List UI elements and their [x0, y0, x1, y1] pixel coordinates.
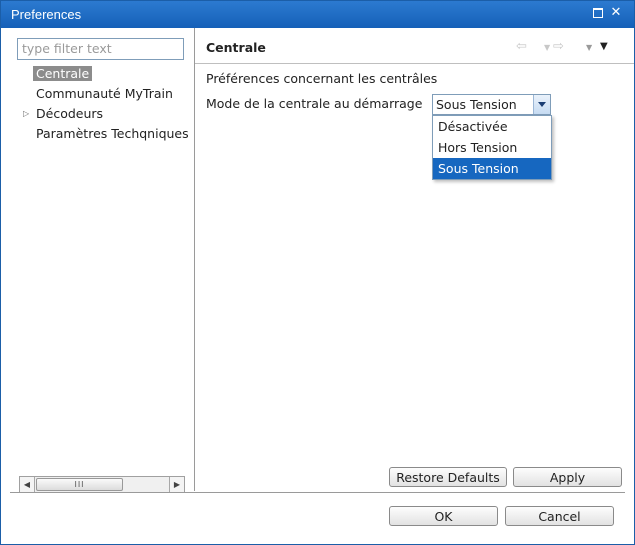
view-menu-icon[interactable]: ▼ — [600, 41, 608, 52]
page-description: Préférences concernant les centrâles — [206, 71, 438, 86]
maximize-icon[interactable] — [591, 6, 605, 20]
mode-option-desactivee[interactable]: Désactivée — [433, 116, 551, 137]
scroll-right-icon[interactable]: ▶ — [169, 477, 184, 492]
ok-button[interactable]: OK — [389, 506, 498, 526]
mode-option-sous-tension[interactable]: Sous Tension — [433, 158, 551, 179]
mode-dropdown-list: Désactivée Hors Tension Sous Tension — [432, 115, 552, 180]
scrollbar-thumb[interactable]: III — [36, 478, 123, 491]
close-icon[interactable]: ✕ — [609, 6, 623, 20]
tree-item-label: Paramètres Techqniques — [36, 126, 189, 141]
scroll-left-icon[interactable]: ◀ — [20, 477, 35, 492]
tree-item-label: Décodeurs — [36, 106, 104, 121]
cancel-button[interactable]: Cancel — [505, 506, 614, 526]
window-title: Preferences — [11, 7, 82, 22]
forward-menu-icon[interactable]: ▼ — [544, 43, 550, 52]
forward-arrow-icon[interactable]: ⇨ — [553, 39, 564, 54]
back-arrow-icon[interactable]: ⇦ — [516, 39, 527, 54]
tree-item-label: Centrale — [33, 66, 93, 81]
filter-field[interactable] — [17, 38, 184, 60]
mode-combo-value: Sous Tension — [436, 97, 517, 112]
expand-arrow-icon[interactable]: ▷ — [23, 105, 29, 123]
restore-defaults-button[interactable]: Restore Defaults — [389, 467, 507, 487]
tree-item-centrale[interactable]: Centrale — [33, 65, 93, 83]
menu-chevron-icon[interactable]: ▼ — [586, 43, 592, 52]
horizontal-scrollbar[interactable]: ◀ III ▶ — [19, 476, 185, 493]
filter-input[interactable] — [18, 39, 162, 57]
tree-item-communaute-mytrain[interactable]: Communauté MyTrain — [36, 85, 173, 103]
tree-item-parametres-techniques[interactable]: Paramètres Techqniques — [36, 125, 189, 143]
preferences-dialog: Preferences ✕ Centrale Communauté MyTrai… — [0, 0, 635, 545]
mode-combo[interactable]: Sous Tension — [432, 94, 551, 115]
tree-item-label: Communauté MyTrain — [36, 86, 173, 101]
preference-tree-pane: Centrale Communauté MyTrain ▷ Décodeurs … — [2, 28, 193, 493]
preference-page: Centrale ⇦ ▼ ⇨ ▼ ▼ Préférences concernan… — [195, 28, 634, 490]
chevron-down-icon[interactable] — [533, 95, 550, 114]
apply-button[interactable]: Apply — [513, 467, 622, 487]
header-separator — [195, 63, 634, 64]
mode-label: Mode de la centrale au démarrage — [206, 96, 423, 111]
mode-option-hors-tension[interactable]: Hors Tension — [433, 137, 551, 158]
title-bar[interactable]: Preferences ✕ — [1, 1, 634, 28]
tree-item-decodeurs[interactable]: ▷ Décodeurs — [23, 105, 104, 123]
footer-separator — [10, 492, 625, 493]
page-navigation: ⇦ ▼ ⇨ ▼ ▼ — [516, 39, 616, 55]
page-title: Centrale — [206, 40, 266, 55]
